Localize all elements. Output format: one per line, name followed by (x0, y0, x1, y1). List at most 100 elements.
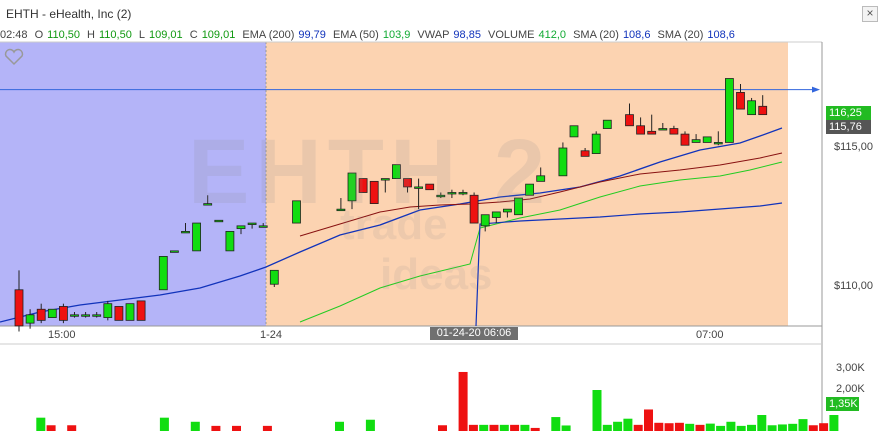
candle-body (625, 114, 634, 127)
volume-bar (335, 421, 344, 431)
time-cursor-badge: 01-24-20 06:06 (430, 327, 518, 340)
heart-icon[interactable] (4, 48, 24, 69)
candle-body (136, 300, 146, 321)
candle-body (591, 133, 601, 154)
volume-bar (510, 424, 520, 431)
volume-bar (67, 425, 77, 431)
ohlc-time: 02:48 (0, 29, 28, 41)
candle-body (680, 133, 690, 146)
volume-bar (46, 425, 56, 431)
open-label: O (34, 29, 44, 41)
candle-body (103, 303, 113, 318)
volume-bar (654, 422, 664, 431)
volume-bar (808, 425, 818, 431)
volume-bar (747, 424, 756, 431)
volume-bar (623, 418, 633, 431)
volume-bar (365, 419, 375, 431)
low-value: 109,01 (149, 29, 183, 41)
candle-body (225, 230, 235, 252)
candle-body (580, 150, 590, 157)
price-tick-110: $110,00 (834, 280, 873, 292)
candle-body (713, 142, 723, 145)
volume-bar (520, 424, 530, 431)
candle-body (169, 250, 179, 253)
candle-body (258, 225, 268, 228)
volume-bar (36, 417, 46, 431)
volume-bar (705, 423, 715, 431)
candle-body (569, 125, 579, 138)
ind-0-label: EMA (200) (242, 29, 295, 41)
volume-bar (602, 424, 612, 431)
open-value: 110,50 (47, 29, 80, 41)
candle-body (236, 225, 246, 230)
ind-5-label: SMA (20) (657, 29, 704, 41)
candle-body (669, 128, 679, 135)
volume-bar (190, 421, 200, 431)
candle-body (602, 119, 612, 129)
ind-3-label: VOLUME (488, 29, 535, 41)
volume-bar (736, 425, 746, 431)
last-price-tag: 116,25 (826, 106, 871, 120)
ind-1-value: 103,9 (382, 29, 411, 41)
ohlc-legend: 02:48 O 110,50 H 110,50 L 109,01 C 109,01 EM… (0, 29, 739, 42)
close-value: 109,01 (201, 29, 236, 41)
candle-body (702, 136, 712, 143)
candle-body (758, 105, 768, 116)
watermark-trade: trade (340, 200, 448, 249)
high-value: 110,50 (99, 29, 132, 41)
volume-bar (232, 425, 241, 431)
candle-body (192, 222, 202, 252)
volume-bar (633, 424, 643, 431)
candle-body (81, 314, 90, 317)
volume-bar (644, 409, 653, 431)
volume-bar (468, 424, 478, 431)
ind-2-label: VWAP (417, 29, 450, 41)
time-label-0700: 07:00 (696, 329, 724, 341)
ind-2-value: 98,85 (453, 29, 481, 41)
volume-bar (458, 371, 468, 431)
volume-bar (695, 424, 705, 431)
candle-body (747, 100, 756, 116)
ind-1-label: EMA (50) (332, 29, 379, 41)
volume-bar (819, 423, 829, 431)
low-label: L (138, 29, 146, 41)
volume-bar (798, 419, 808, 431)
volume-bar (211, 425, 221, 431)
volume-bar (479, 424, 489, 431)
volume-bar (767, 425, 777, 431)
candle-body (125, 303, 135, 321)
ind-3-value: 412,0 (538, 29, 567, 41)
time-label-1-24: 1-24 (260, 329, 283, 341)
volume-bar (159, 417, 169, 431)
candle-body (736, 92, 745, 110)
candle-body (36, 308, 46, 321)
volume-bar (613, 421, 623, 431)
ind-5-value: 108,6 (707, 29, 735, 41)
ref-price-tag: 115,76 (826, 120, 871, 134)
volume-bar (757, 415, 767, 431)
volume-bar (489, 424, 499, 431)
ind-4-value: 108,6 (622, 29, 651, 41)
volume-bar (438, 425, 447, 431)
volume-bar (777, 424, 787, 431)
price-tick-115: $115,00 (834, 141, 873, 153)
time-label-1500: 15:00 (48, 329, 76, 341)
volume-bar (716, 425, 726, 431)
candle-body (59, 306, 68, 321)
close-label: C (189, 29, 198, 41)
candle-body (70, 314, 79, 317)
candle-body (158, 256, 168, 291)
ind-4-label: SMA (20) (573, 29, 619, 41)
candle-body (558, 147, 568, 177)
high-label: H (87, 29, 95, 41)
candle-body (658, 128, 668, 131)
candle-body (647, 130, 657, 135)
volume-bar (788, 423, 798, 431)
candle-body (636, 125, 645, 135)
volume-bar (726, 421, 736, 431)
volume-tick-2k: 2,00K (836, 383, 865, 395)
volume-bar (262, 425, 272, 431)
candle-body (14, 289, 24, 327)
candle-body (92, 314, 102, 317)
volume-bar (685, 423, 695, 431)
